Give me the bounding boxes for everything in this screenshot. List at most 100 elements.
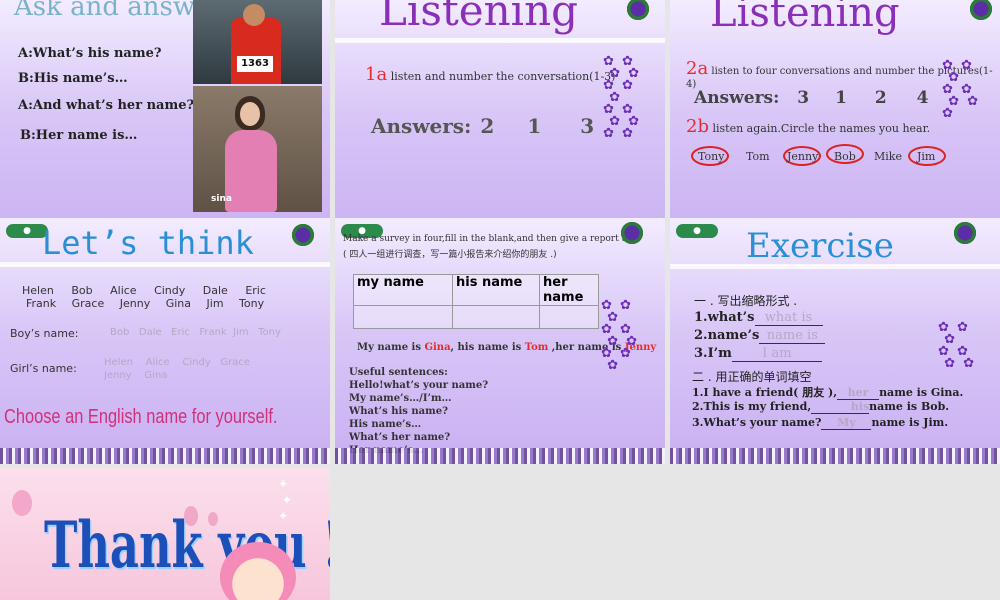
task-text: listen again.Circle the names you hear. (712, 122, 931, 135)
name-option: Tony (698, 150, 725, 163)
answers-row: Answers: 3 1 2 4 (694, 88, 928, 108)
slide-listening-2a-2b[interactable]: Listening 2a listen to four conversation… (670, 0, 1000, 246)
dialog-line: B:Her name is… (20, 128, 138, 143)
slide-title: Let’s think (42, 224, 254, 262)
part2-heading: 二 . 用正确的单词填空 (692, 370, 812, 384)
flower-icon (968, 0, 994, 22)
name: Helen (22, 284, 54, 297)
name: Bob (71, 284, 93, 297)
answers-label: Answers: (694, 88, 780, 108)
woman-photo: sina (193, 86, 322, 212)
flower-icon (290, 222, 316, 248)
photo-caption: sina (211, 194, 232, 204)
answer-value: 2 (480, 114, 495, 138)
item-text: 3.What’s your name? (692, 416, 822, 429)
blank-cell[interactable] (353, 305, 453, 329)
slide-title: Exercise (746, 226, 894, 266)
boys-names: Bob Dale Eric Frank Jim Tony (110, 327, 281, 338)
blank-cell[interactable] (452, 305, 540, 329)
name: Grace (71, 297, 105, 310)
flower-decoration: ✿ ✿ ✿ ✿ ✿ ✿ ✿ ✿ (942, 58, 981, 121)
athlete-photo: 1363 (193, 0, 322, 84)
task-text: listen and number the conversation(1-3) (390, 70, 616, 83)
slide-thank-you[interactable]: ✦ ✦ ✦ Thank you ! (0, 468, 330, 600)
header-cell: my name (353, 274, 453, 306)
answers-row: Answers: 2 1 3 (371, 114, 594, 138)
answer-blank[interactable]: I am (731, 346, 822, 362)
sentence: Her name’s… (349, 445, 424, 456)
sentence: Hello!what’s your name? (349, 380, 489, 391)
report-name: Tom (524, 342, 549, 353)
useful-label: Useful sentences: (349, 367, 448, 378)
sentence: His name’s… (349, 419, 422, 430)
useful-sentences: Useful sentences: Hello!what’s your name… (349, 366, 488, 457)
slide-survey[interactable]: ● Make a survey in four,fill in the blan… (335, 218, 665, 464)
dialog-line: B:His name’s… (18, 71, 128, 86)
answer-value: 4 (916, 88, 929, 108)
flower-decoration: ✿ ✿ ✿ ✿ ✿ ✿ ✿ (938, 320, 977, 371)
dialog-line: A:And what’s her name? (18, 98, 195, 113)
name-option: Tom (746, 150, 770, 163)
slide-exercise[interactable]: ● Exercise 一 . 写出缩略形式 . 1.what’s what is … (670, 218, 1000, 464)
item-label: 3.I’m (694, 346, 732, 361)
girls-names: Helen Alice Cindy Grace (104, 357, 250, 368)
answer-blank[interactable]: My (821, 416, 872, 430)
name-option: Bob (834, 150, 856, 163)
task-1a: 1a listen and number the conversation(1-… (365, 64, 615, 85)
name: Cindy (154, 284, 186, 297)
flower-icon (625, 0, 651, 22)
task-number: 2a (686, 58, 709, 79)
survey-table: my name his name her name (353, 274, 599, 329)
boys-label: Boy’s name: (10, 327, 79, 340)
report-text: My name is (357, 342, 425, 353)
name-row: Helen Bob Alice Cindy Dale Eric (22, 284, 266, 297)
answer-value: 3 (580, 114, 595, 138)
report-name: Gina (424, 342, 451, 353)
item-text: name is Gina. (879, 386, 964, 399)
name: Jenny (119, 297, 151, 310)
answer-blank[interactable]: name is (759, 328, 826, 344)
item-text: name is Bob. (869, 400, 950, 413)
name: Frank (26, 297, 57, 310)
answer-blank[interactable]: his (811, 400, 870, 414)
item-label: 2.name’s (694, 328, 760, 343)
slide-title: Listening (710, 0, 900, 36)
slide-listening-1a[interactable]: Listening 1a listen and number the conve… (335, 0, 665, 246)
task-2b: 2b listen again.Circle the names you hea… (686, 116, 930, 137)
sentence: My name’s…/I’m… (349, 393, 452, 404)
publisher-logo: ● (676, 224, 718, 238)
item-label: 1.what’s (694, 310, 755, 325)
answer-value: 1 (527, 114, 542, 138)
dialog-line: A:What’s his name? (18, 46, 162, 61)
report-text: , his name is (450, 342, 525, 353)
header-cell: her name (539, 274, 599, 306)
flower-decoration: ✿ ✿ ✿ ✿ ✿ ✿ ✿ ✿ ✿ ✿ (601, 298, 640, 373)
slide-ask-and-answer[interactable]: Ask and answer A:What’s his name? B:His … (0, 0, 330, 246)
bib-number: 1363 (237, 56, 273, 72)
exercise-item: 3.I’m I am (694, 346, 822, 362)
slide-lets-think[interactable]: ● Let’s think Helen Bob Alice Cindy Dale… (0, 218, 330, 464)
slide-title: Ask and answer (14, 0, 223, 22)
answer-blank[interactable]: what is (754, 310, 823, 326)
sentence: What’s his name? (349, 406, 448, 417)
item-text: 2.This is my friend, (692, 400, 812, 413)
name-row: Frank Grace Jenny Gina Jim Tony (26, 297, 264, 310)
balloon-decoration (12, 490, 32, 516)
flower-icon (619, 220, 645, 246)
flower-decoration: ✿ ✿ ✿ ✿ ✿ ✿ ✿ ✿ ✿ ✿ ✿ ✿ ✿ (603, 54, 642, 141)
blank-cell[interactable] (539, 305, 599, 329)
exercise-item: 2.This is my friend, hisname is Bob. (692, 400, 949, 414)
name-option: Jim (917, 150, 936, 163)
name: Dale (202, 284, 228, 297)
name: Gina (165, 297, 192, 310)
exercise-item: 3.What’s your name? My name is Jim. (692, 416, 948, 430)
choose-name-prompt: Choose an English name for yourself. (4, 406, 278, 428)
sentence: What’s her name? (349, 432, 451, 443)
answer-value: 2 (874, 88, 887, 108)
answer-value: 1 (835, 88, 847, 108)
task-number: 2b (686, 116, 709, 137)
answer-blank[interactable]: her (837, 386, 880, 400)
flower-icon (952, 220, 978, 246)
survey-instruction-cn: ( 四人一组进行调查，写一篇小报告来介绍你的朋友 .) (343, 250, 557, 260)
task-number: 1a (365, 64, 388, 85)
